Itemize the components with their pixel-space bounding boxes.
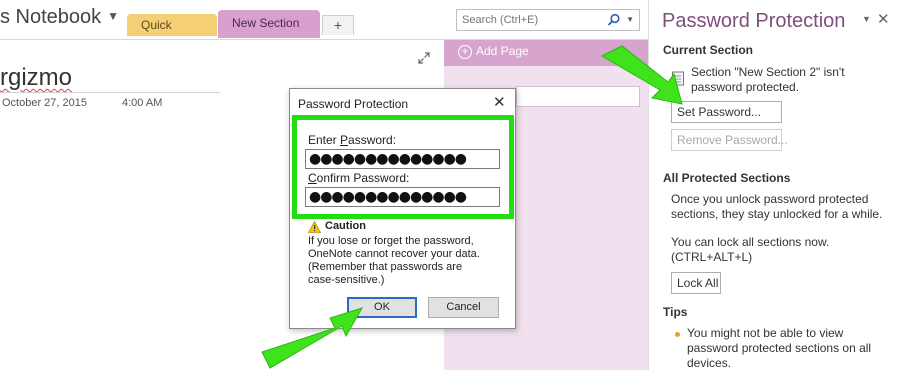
dialog-title: Password Protection [298, 97, 409, 111]
label-part: assword: [348, 133, 397, 147]
confirm-password-label: Confirm Password: [308, 171, 409, 185]
enter-password-field[interactable]: ●●●●●●●●●●●●●● [305, 149, 500, 169]
bullet-dot [675, 332, 680, 337]
tab-new-section-2[interactable]: New Section 2 [218, 10, 320, 56]
top-bar: s Notebook▼ Quick Notes New Section 2 + … [0, 0, 648, 56]
cancel-button[interactable]: Cancel [428, 297, 499, 318]
set-password-button[interactable]: Set Password... [671, 101, 782, 123]
page-list-item[interactable] [516, 86, 640, 107]
label-accelerator: C [308, 171, 317, 185]
tip-line2: password protected sections on all [687, 341, 872, 355]
add-page-button[interactable]: + Add Page [444, 40, 648, 66]
password-dialog: Password Protection ✕ Enter Password: ●●… [289, 88, 516, 329]
all-sections-heading: All Protected Sections [663, 171, 791, 185]
tip-line1: You might not be able to view [687, 326, 844, 340]
current-section-heading: Current Section [663, 43, 754, 57]
lock-hint-line1: You can lock all sections now. [671, 235, 830, 249]
title-divider [0, 92, 220, 93]
section-status-line1: Section "New Section 2" isn't [691, 65, 845, 79]
add-page-label: Add Page [476, 44, 529, 58]
all-sections-text-line2: sections, they stay unlocked for a while… [671, 207, 883, 221]
close-icon[interactable]: ✕ [877, 10, 890, 28]
page-title[interactable]: rgizmo [0, 64, 72, 92]
enter-password-label: Enter Password: [308, 133, 396, 147]
confirm-password-field[interactable]: ●●●●●●●●●●●●●● [305, 187, 500, 207]
chevron-down-icon[interactable]: ▼ [626, 15, 634, 24]
caution-label: Caution [325, 220, 366, 232]
caution-line: case-sensitive.) [308, 274, 385, 286]
tips-heading: Tips [663, 305, 688, 319]
notebook-title-text: s Notebook [0, 6, 102, 28]
caution-line: (Remember that passwords are [308, 261, 463, 273]
expand-icon[interactable] [418, 52, 430, 64]
search-icon[interactable] [607, 13, 621, 27]
search-input[interactable] [457, 10, 607, 30]
all-sections-text-line1: Once you unlock password protected [671, 192, 869, 206]
add-circle-icon: + [458, 45, 472, 59]
section-status-line2: password protected. [691, 80, 800, 94]
label-accelerator: P [340, 133, 349, 147]
label-part: Enter [308, 133, 341, 147]
page-date: October 27, 2015 [2, 97, 88, 109]
lock-hint-line2: (CTRL+ALT+L) [671, 250, 753, 264]
password-protection-pane: Password Protection ▼ ✕ Current Section … [648, 0, 900, 370]
close-icon[interactable]: ✕ [493, 93, 506, 111]
notebook-title[interactable]: s Notebook ▼ [0, 6, 119, 29]
warning-icon [308, 221, 321, 233]
pane-title: Password Protection [662, 10, 846, 32]
label-part: onfirm Password: [316, 171, 410, 185]
tab-quick-notes[interactable]: Quick Notes [127, 14, 217, 54]
caution-line: OneNote cannot recover your data. [308, 248, 480, 260]
caution-line: If you lose or forget the password, [308, 235, 474, 247]
lock-all-button[interactable]: Lock All [671, 272, 721, 294]
search-box[interactable]: ▼ [456, 9, 640, 31]
plus-icon: + [333, 17, 343, 33]
tip-line3: devices. [687, 356, 732, 370]
remove-password-button[interactable]: Remove Password... [671, 129, 788, 151]
chevron-down-icon[interactable]: ▼ [107, 9, 119, 23]
ok-button[interactable]: OK [347, 297, 417, 318]
page-time: 4:00 AM [122, 97, 163, 109]
page-title-text: rgizmo [0, 64, 73, 91]
caution-text: If you lose or forget the password, OneN… [308, 235, 513, 287]
chevron-down-icon[interactable]: ▼ [862, 14, 871, 24]
add-section-tab[interactable]: + [322, 15, 354, 35]
notebook-icon [672, 71, 684, 86]
